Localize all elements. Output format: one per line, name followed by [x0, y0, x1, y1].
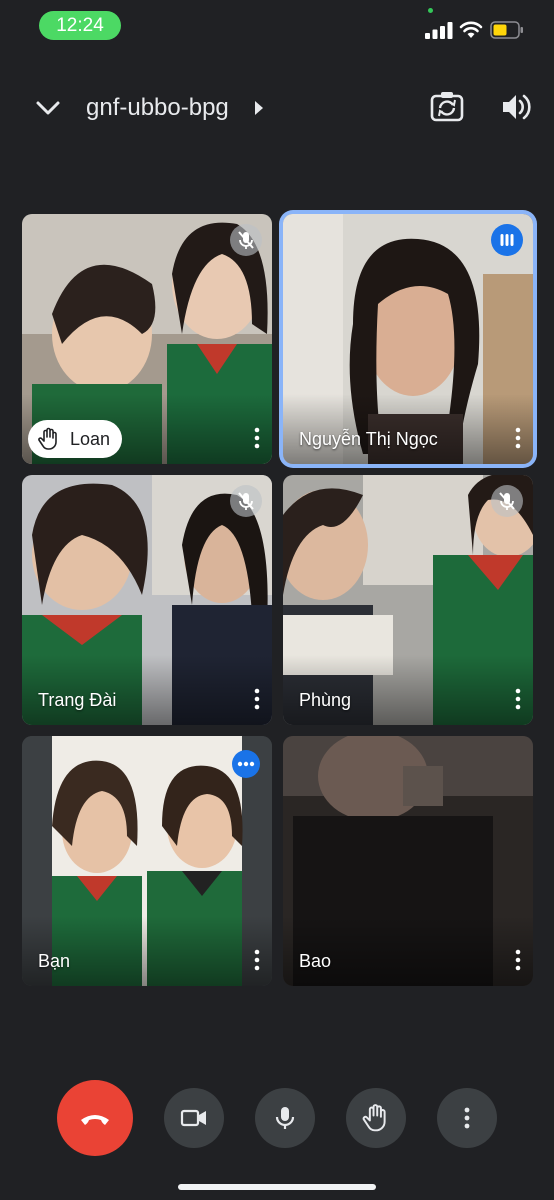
muted-indicator [491, 485, 523, 517]
wifi-icon [459, 21, 483, 38]
mic-off-icon [238, 231, 254, 249]
participant-tile-active[interactable]: Nguyễn Thị Ngọc [283, 214, 533, 464]
more-options-icon[interactable] [511, 426, 525, 450]
more-options-icon[interactable] [250, 948, 264, 972]
mic-off-icon [238, 492, 254, 510]
participant-name: Trang Đài [38, 690, 117, 710]
participant-name: Bạn [38, 951, 71, 971]
call-controls [0, 1080, 554, 1156]
ellipsis-icon [237, 761, 255, 767]
participant-name: Phùng [299, 690, 352, 710]
more-options-icon[interactable] [511, 948, 525, 972]
chevron-right-icon[interactable] [252, 98, 266, 118]
mic-off-icon [499, 492, 515, 510]
cellular-signal-icon [425, 22, 453, 39]
meeting-code[interactable]: gnf-ubbo-bpg [86, 92, 229, 124]
status-bar: 12:24 [0, 0, 554, 50]
speaking-indicator [491, 224, 523, 256]
end-call-button[interactable] [57, 1080, 133, 1156]
self-view-tile[interactable]: Bạn [22, 736, 272, 986]
participant-tile[interactable]: Loan [22, 214, 272, 464]
chevron-down-icon[interactable] [33, 94, 63, 122]
more-options-icon[interactable] [250, 687, 264, 711]
speaker-icon[interactable] [498, 89, 534, 125]
raised-hand-chip: Loan [28, 420, 123, 458]
raise-hand-button[interactable] [346, 1088, 406, 1148]
audio-level-icon [500, 234, 514, 246]
participant-name: Bao [299, 951, 332, 971]
self-more-indicator[interactable] [232, 750, 260, 778]
participant-tile[interactable]: Trang Đài [22, 475, 272, 725]
battery-icon [490, 21, 523, 39]
participant-name: Nguyễn Thị Ngọc [299, 429, 438, 449]
participant-name: Loan [70, 428, 111, 449]
switch-camera-icon[interactable] [428, 88, 466, 126]
microphone-button[interactable] [255, 1088, 315, 1148]
end-call-icon [81, 1115, 109, 1125]
camera-button[interactable] [164, 1088, 224, 1148]
raised-hand-icon [38, 427, 57, 450]
more-vert-icon [464, 1107, 470, 1129]
video-camera-icon [180, 1109, 206, 1127]
mic-in-use-dot [428, 8, 433, 13]
more-options-button[interactable] [437, 1088, 497, 1148]
raise-hand-icon [362, 1104, 386, 1132]
more-options-icon[interactable] [511, 687, 525, 711]
more-options-icon[interactable] [250, 426, 264, 450]
status-time: 12:24 [39, 11, 121, 40]
microphone-icon [275, 1107, 295, 1129]
participant-tile[interactable]: Phùng [283, 475, 533, 725]
home-indicator[interactable] [178, 1184, 376, 1190]
call-header: gnf-ubbo-bpg [0, 80, 554, 136]
participant-tile[interactable]: Bao [283, 736, 533, 986]
muted-indicator [230, 224, 262, 256]
muted-indicator [230, 485, 262, 517]
